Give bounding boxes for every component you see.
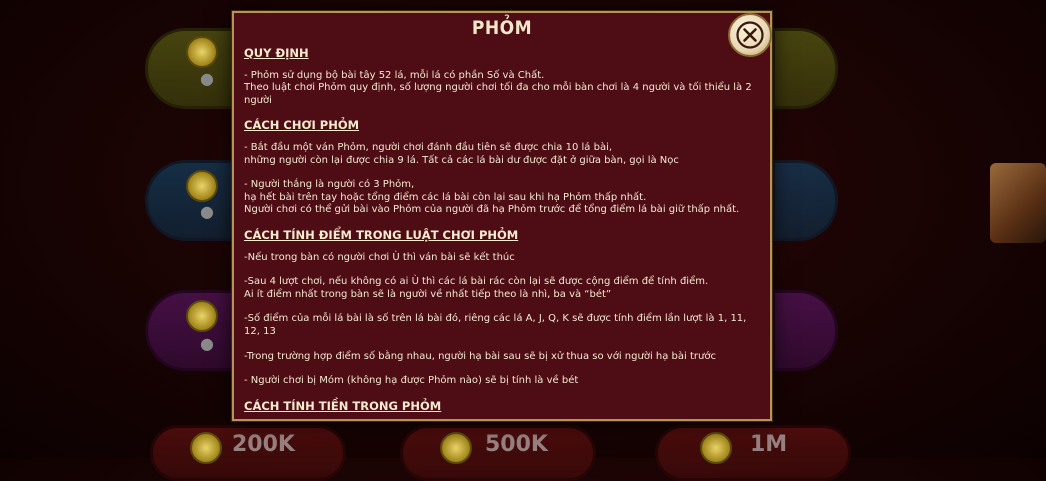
- side-banner-image: [990, 163, 1046, 243]
- coin-icon: [186, 300, 218, 332]
- stake-label: 500K: [485, 432, 548, 457]
- table-card: [772, 290, 838, 371]
- rule-paragraph: -Sau 4 lượt chơi, nếu không có ai Ù thì …: [244, 276, 709, 300]
- section-heading: QUY ĐỊNH: [244, 46, 309, 60]
- rule-paragraph: - Phỏm sử dụng bộ bài tây 52 lá, mỗi lá …: [244, 69, 752, 106]
- stake-label: 1M: [750, 432, 788, 457]
- dialog-title: PHỎM: [471, 17, 533, 39]
- coin-icon: [440, 432, 472, 464]
- user-icon: ●: [200, 334, 214, 353]
- rule-paragraph: - Bắt đầu một ván Phỏm, người chơi đánh …: [244, 141, 679, 166]
- section-heading: CÁCH TÍNH TIỀN TRONG PHỎM: [244, 398, 442, 413]
- rule-paragraph: - Người thắng là người có 3 Phỏm, hạ hết…: [244, 179, 740, 216]
- coin-icon: [186, 36, 218, 68]
- close-button[interactable]: [728, 13, 772, 57]
- stake-label: 200K: [232, 432, 295, 457]
- rules-content[interactable]: QUY ĐỊNH - Phỏm sử dụng bộ bài tây 52 lá,…: [244, 43, 760, 422]
- rules-dialog: PHỎM QUY ĐỊNH - Phỏm sử dụng bộ bài tây 5…: [232, 11, 772, 421]
- table-card: [772, 28, 838, 109]
- section-heading: CÁCH CHƠI PHỎM: [244, 118, 360, 133]
- user-icon: ●: [200, 202, 214, 221]
- coin-icon: [186, 170, 218, 202]
- rule-paragraph: -Số điểm của mỗi lá bài là số trên lá bà…: [244, 313, 747, 337]
- section-heading: CÁCH TÍNH ĐIỂM TRONG LUẬT CHƠI PHỎM: [244, 227, 519, 242]
- user-icon: ●: [200, 69, 214, 88]
- table-card: [772, 160, 838, 241]
- coin-icon: [700, 432, 732, 464]
- rule-paragraph: - Người chơi bị Móm (không hạ được Phỏm …: [244, 375, 579, 387]
- rule-paragraph: -Trong trường hợp điểm số bằng nhau, ngư…: [244, 350, 716, 362]
- coin-icon: [190, 432, 222, 464]
- rule-paragraph: -Nếu trong bàn có người chơi Ù thì ván b…: [244, 251, 515, 263]
